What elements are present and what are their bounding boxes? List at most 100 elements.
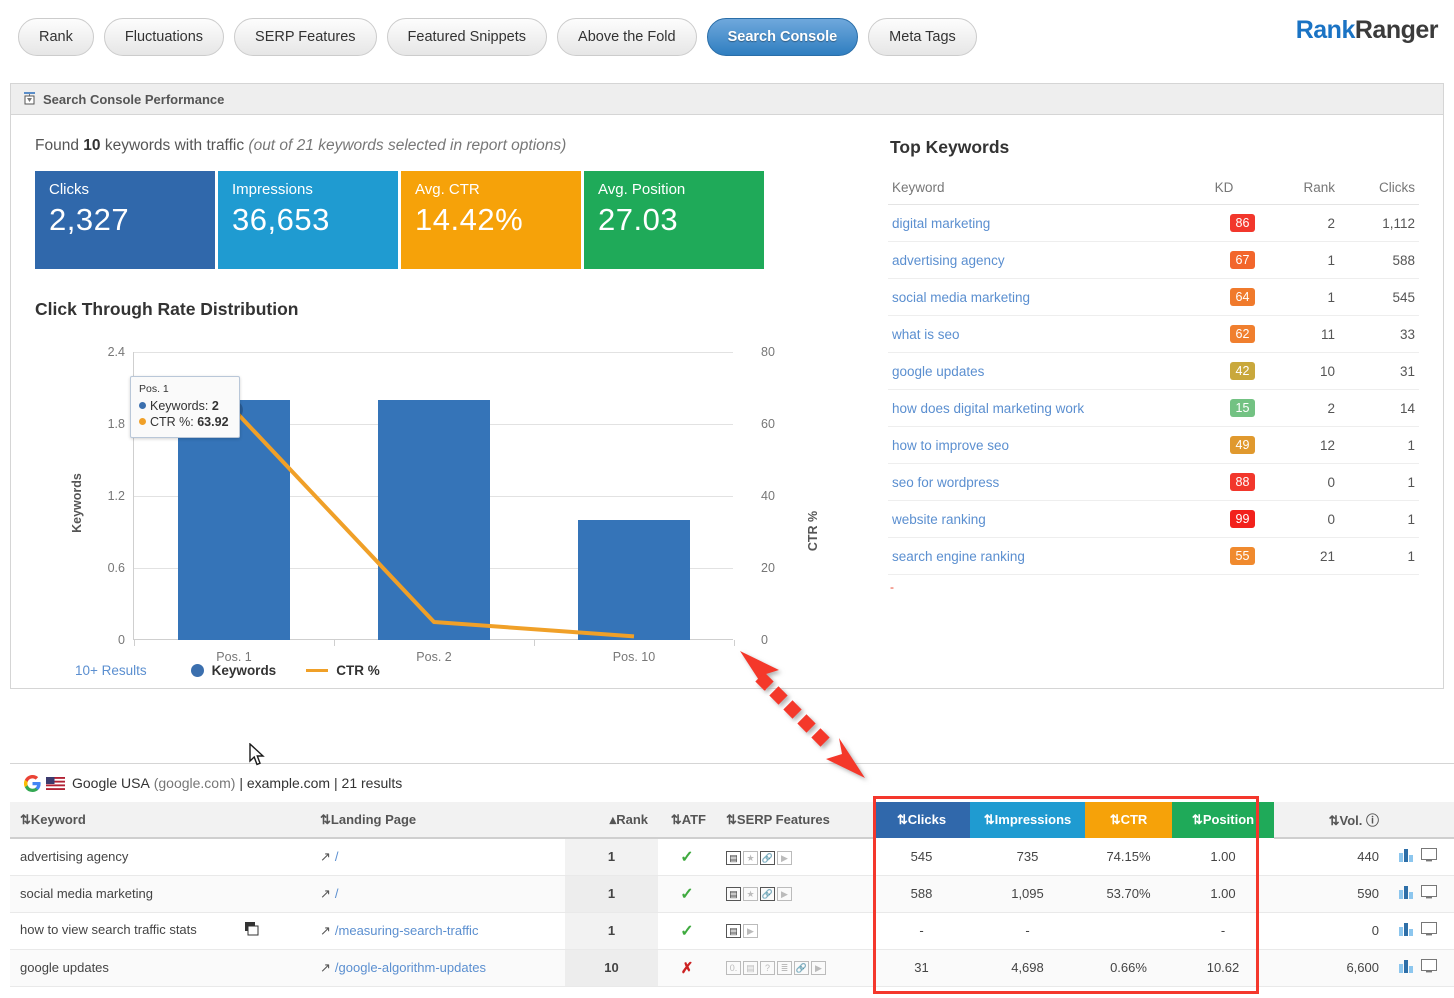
chart-x-tickmark [734, 640, 735, 646]
th-res-ctr[interactable]: ⇅CTR [1085, 802, 1172, 838]
th-res-vol[interactable]: ⇅Vol. ⓘ [1274, 802, 1389, 838]
tk-kd-cell: 49 [1189, 427, 1259, 464]
mini-chart-icon[interactable] [1399, 959, 1415, 976]
serp-feature-question-icon[interactable]: ? [760, 961, 775, 975]
kpi-card-clicks: Clicks2,327 [35, 171, 215, 269]
mini-chart-icon[interactable] [1399, 885, 1415, 902]
chart-y-tick: 0 [118, 633, 125, 647]
tk-keyword-link[interactable]: advertising agency [892, 253, 1005, 268]
external-link-icon[interactable]: ↗ [320, 923, 331, 938]
serp-feature-link-icon[interactable]: 🔗 [760, 851, 775, 865]
kpi-label: Avg. Position [598, 181, 764, 198]
duplicate-icon[interactable] [245, 922, 260, 940]
external-link-icon[interactable]: ↗ [320, 849, 331, 864]
tk-keyword-link[interactable]: google updates [892, 364, 984, 379]
results-link[interactable]: 10+ Results [75, 663, 147, 678]
monitor-icon[interactable] [1421, 959, 1438, 976]
serp-feature-cached-icon[interactable]: ▤ [726, 851, 741, 865]
tab-featured-snippets[interactable]: Featured Snippets [387, 18, 548, 56]
res-clicks-cell: - [873, 912, 970, 949]
serp-feature-video-icon[interactable]: ▶ [777, 887, 792, 901]
th-rank[interactable]: Rank [1259, 174, 1339, 205]
monitor-icon[interactable] [1421, 922, 1438, 939]
rankranger-logo: RankRanger [1296, 16, 1438, 45]
external-link-icon[interactable]: ↗ [320, 886, 331, 901]
monitor-icon[interactable] [1421, 885, 1438, 902]
tab-search-console[interactable]: Search Console [707, 18, 859, 56]
tab-serp-features[interactable]: SERP Features [234, 18, 376, 56]
res-rank-cell: 1 [565, 875, 658, 912]
tk-keyword-link[interactable]: social media marketing [892, 290, 1030, 305]
res-landing-page-link[interactable]: /google-algorithm-updates [335, 960, 486, 975]
th-res-impressions[interactable]: ⇅Impressions [970, 802, 1085, 838]
th-keyword[interactable]: Keyword [888, 174, 1189, 205]
th-res-rank[interactable]: ▴Rank [565, 802, 658, 838]
cross-icon: ✗ [681, 960, 694, 977]
res-atf-cell: ✓ [658, 912, 716, 949]
th-res-clicks[interactable]: ⇅Clicks [873, 802, 970, 838]
res-landing-page-link[interactable]: / [335, 849, 339, 864]
serp-feature-star-icon[interactable]: ★ [743, 887, 758, 901]
external-link-icon[interactable]: ↗ [320, 960, 331, 975]
tooltip-title: Pos. 1 [139, 383, 231, 395]
serp-feature-zero-icon[interactable]: 0. [726, 961, 741, 975]
serp-feature-video-icon[interactable]: ▶ [743, 924, 758, 938]
th-kd[interactable]: KD [1189, 174, 1259, 205]
help-icon[interactable]: ⓘ [1366, 813, 1379, 828]
res-impressions-cell: 4,698 [970, 949, 1085, 986]
tk-keyword-cell: what is seo [888, 316, 1189, 353]
kpi-label: Impressions [232, 181, 398, 198]
res-actions-cell [1389, 875, 1454, 912]
tk-clicks-cell: 588 [1339, 242, 1419, 279]
res-atf-cell: ✗ [658, 949, 716, 986]
serp-feature-link-icon[interactable]: 🔗 [794, 961, 809, 975]
res-landing-page-link[interactable]: / [335, 886, 339, 901]
tab-rank[interactable]: Rank [18, 18, 94, 56]
chart-x-tickmark [534, 640, 535, 646]
legend-item-keywords[interactable]: Keywords [191, 663, 277, 678]
monitor-icon[interactable] [1421, 848, 1438, 865]
th-res-landing-page-label: Landing Page [331, 812, 416, 827]
tk-keyword-link[interactable]: digital marketing [892, 216, 990, 231]
tk-keyword-link[interactable]: how to improve seo [892, 438, 1009, 453]
mini-chart-icon[interactable] [1399, 848, 1415, 865]
th-res-landing-page[interactable]: ⇅Landing Page [310, 802, 565, 838]
serp-feature-cached-icon[interactable]: ▤ [726, 924, 741, 938]
tab-above-the-fold[interactable]: Above the Fold [557, 18, 697, 56]
results-engine: Google USA [72, 775, 150, 791]
res-serp-features-cell: ▤★🔗▶ [716, 838, 873, 875]
tk-keyword-link[interactable]: what is seo [892, 327, 960, 342]
tk-keyword-link[interactable]: how does digital marketing work [892, 401, 1084, 416]
serp-feature-star-icon[interactable]: ★ [743, 851, 758, 865]
tab-fluctuations[interactable]: Fluctuations [104, 18, 224, 56]
serp-feature-link-icon[interactable]: 🔗 [760, 887, 775, 901]
res-landing-page-link[interactable]: /measuring-search-traffic [335, 923, 479, 938]
results-header-bar: Google USA (google.com) | example.com | … [10, 764, 1454, 802]
top-nav-bar: Rank Fluctuations SERP Features Featured Sn… [0, 0, 1454, 78]
serp-feature-cached-icon[interactable]: ▤ [726, 887, 741, 901]
tk-rank-cell: 2 [1259, 205, 1339, 242]
found-summary: Found 10 keywords with traffic (out of 2… [35, 137, 870, 155]
widget-icon [23, 92, 36, 106]
tk-keyword-link[interactable]: website ranking [892, 512, 986, 527]
tk-keyword-cell: search engine ranking [888, 538, 1189, 575]
serp-feature-video-icon[interactable]: ▶ [811, 961, 826, 975]
serp-feature-news-icon[interactable]: ≣ [777, 961, 792, 975]
tk-keyword-link[interactable]: search engine ranking [892, 549, 1025, 564]
tab-meta-tags[interactable]: Meta Tags [868, 18, 977, 56]
tk-kd-cell: 62 [1189, 316, 1259, 353]
th-res-atf[interactable]: ⇅ATF [658, 802, 716, 838]
legend-item-ctr[interactable]: CTR % [306, 663, 380, 678]
panel-body: Found 10 keywords with traffic (out of 2… [11, 115, 1443, 688]
th-clicks[interactable]: Clicks [1339, 174, 1419, 205]
tk-keyword-link[interactable]: seo for wordpress [892, 475, 999, 490]
serp-feature-cached-icon[interactable]: ▤ [743, 961, 758, 975]
kd-badge: 64 [1230, 288, 1255, 306]
th-res-serp-features[interactable]: ⇅SERP Features [716, 802, 873, 838]
th-res-keyword[interactable]: ⇅Keyword [10, 802, 310, 838]
serp-feature-video-icon[interactable]: ▶ [777, 851, 792, 865]
mini-chart-icon[interactable] [1399, 922, 1415, 939]
res-atf-cell: ✓ [658, 875, 716, 912]
th-res-position[interactable]: ⇅Position [1172, 802, 1274, 838]
res-clicks-cell: 545 [873, 838, 970, 875]
